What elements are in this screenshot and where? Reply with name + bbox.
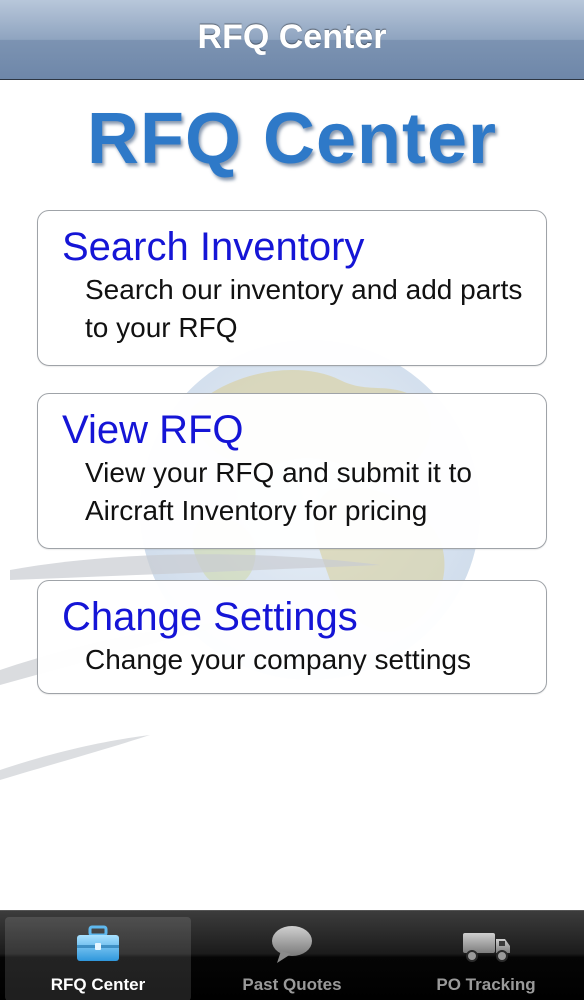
tab-past-quotes-label: Past Quotes bbox=[242, 975, 342, 994]
search-inventory-button[interactable]: Search Inventory Search our inventory an… bbox=[37, 210, 547, 366]
view-rfq-title: View RFQ bbox=[62, 408, 244, 452]
change-settings-button[interactable]: Change Settings Change your company sett… bbox=[37, 580, 547, 694]
view-rfq-button[interactable]: View RFQ View your RFQ and submit it to … bbox=[37, 393, 547, 549]
rfq-center-logo: RFQ Center bbox=[86, 99, 498, 179]
truck-icon bbox=[393, 923, 579, 967]
change-settings-title: Change Settings bbox=[62, 595, 358, 639]
tab-po-tracking-label: PO Tracking bbox=[436, 975, 536, 994]
tab-past-quotes[interactable]: Past Quotes bbox=[199, 917, 385, 1001]
search-inventory-description: Search our inventory and add parts to yo… bbox=[85, 274, 523, 343]
tab-po-tracking[interactable]: PO Tracking bbox=[393, 917, 579, 1001]
tab-rfq-center-label: RFQ Center bbox=[50, 975, 146, 994]
change-settings-description: Change your company settings bbox=[85, 644, 471, 675]
search-inventory-title: Search Inventory bbox=[62, 225, 365, 269]
main-content: RFQ Center Search Inventory Search our i… bbox=[0, 80, 584, 910]
speech-bubble-icon bbox=[199, 923, 385, 967]
page-title: RFQ Center bbox=[197, 18, 387, 56]
view-rfq-description: View your RFQ and submit it to Aircraft … bbox=[85, 457, 472, 526]
navigation-bar: RFQ Center bbox=[0, 0, 584, 80]
tab-rfq-center[interactable]: RFQ Center bbox=[5, 917, 191, 1001]
tab-bar: RFQ Center Past Quotes PO Tracking bbox=[0, 910, 584, 1001]
toolbox-icon bbox=[5, 923, 191, 967]
